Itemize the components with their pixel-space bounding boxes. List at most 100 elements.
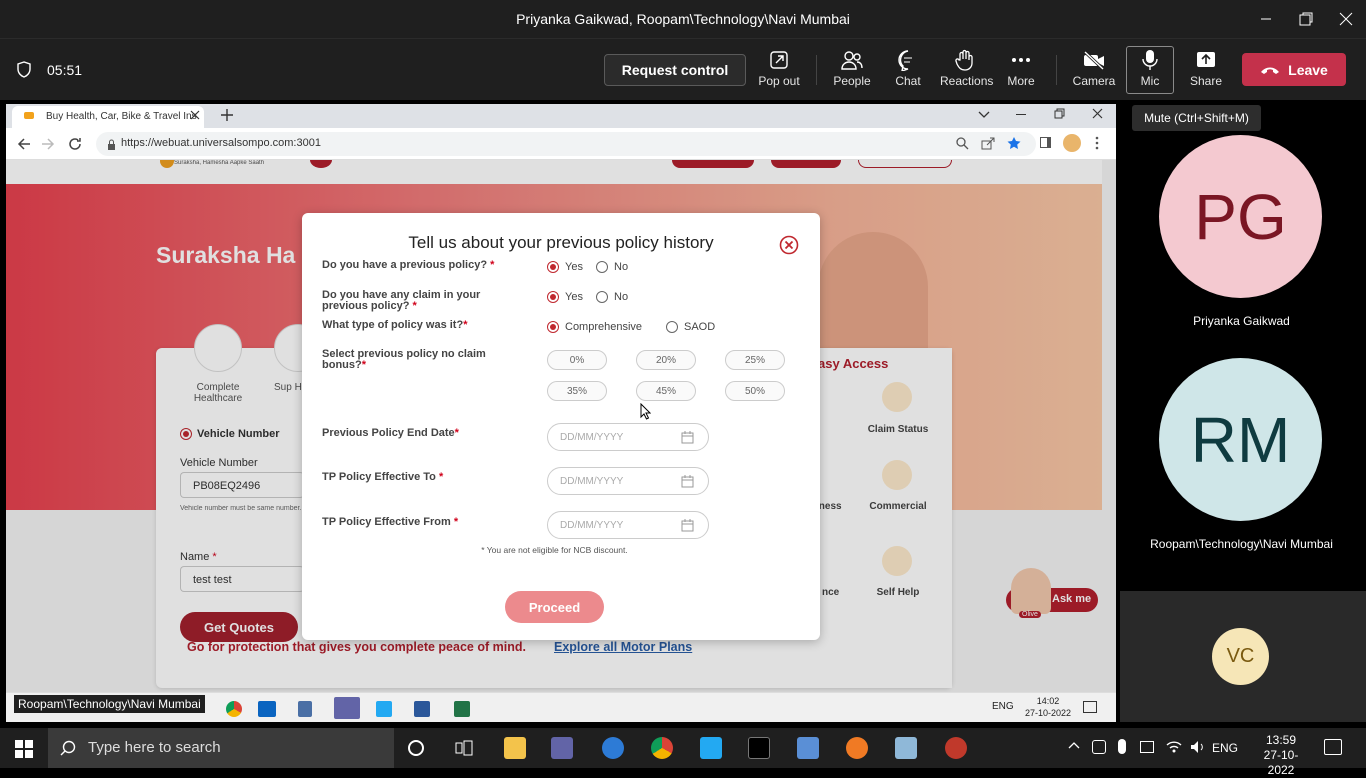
raise-hand-icon <box>955 49 973 71</box>
tab-close-icon[interactable] <box>190 110 200 120</box>
camera-button[interactable]: Camera <box>1072 49 1116 93</box>
saod-radio[interactable]: SAOD <box>666 321 715 333</box>
forward-icon[interactable] <box>41 137 55 151</box>
previous-policy-no-radio[interactable]: No <box>596 261 628 273</box>
meeting-tray-icon[interactable] <box>1092 740 1106 754</box>
browser-menu-icon[interactable] <box>1094 136 1100 150</box>
terminal-icon[interactable] <box>748 737 770 759</box>
end-date-input[interactable]: DD/MM/YYYY <box>547 423 709 451</box>
file-explorer-icon[interactable] <box>504 737 526 759</box>
reactions-button[interactable]: Reactions <box>940 49 993 93</box>
chrome-icon[interactable] <box>226 701 242 717</box>
notifications-icon[interactable] <box>1083 701 1097 713</box>
leave-button[interactable]: Leave <box>1242 53 1346 86</box>
snip-icon[interactable] <box>945 737 967 759</box>
previous-policy-yes-radio[interactable]: Yes <box>547 261 583 273</box>
ncb-option[interactable]: 25% <box>725 350 785 370</box>
taskbar-clock[interactable]: 13:59 27-10-2022 <box>1253 733 1309 778</box>
modal-close-icon[interactable] <box>779 235 799 255</box>
more-button[interactable]: More <box>1004 49 1038 93</box>
start-icon[interactable] <box>15 740 33 758</box>
remote-desktop-icon[interactable] <box>797 737 819 759</box>
word-icon[interactable] <box>414 701 430 717</box>
participant-name: Priyanka Gaikwad <box>1193 314 1290 328</box>
close-button[interactable] <box>1326 0 1366 38</box>
outlook-icon[interactable] <box>258 701 276 717</box>
meet-icon[interactable] <box>602 737 624 759</box>
minimize-button[interactable] <box>1246 0 1286 38</box>
inner-lang: ENG <box>992 701 1014 712</box>
battery-icon[interactable] <box>1140 741 1154 753</box>
wifi-icon[interactable] <box>1166 740 1182 754</box>
claim-no-radio[interactable]: No <box>596 291 628 303</box>
share-label: Share <box>1189 74 1223 88</box>
browser-tab[interactable]: Buy Health, Car, Bike & Travel Ins <box>12 106 204 128</box>
inner-clock: 14:02 27-10-2022 <box>1024 696 1072 718</box>
radio-label: No <box>614 291 629 303</box>
microphone-tray-icon[interactable] <box>1118 739 1126 754</box>
bookmark-star-icon[interactable] <box>1007 136 1021 150</box>
avatar[interactable]: RM <box>1159 358 1322 521</box>
back-icon[interactable] <box>17 137 31 151</box>
teams-icon[interactable] <box>334 697 360 719</box>
request-control-button[interactable]: Request control <box>604 54 746 86</box>
sharer-label: Roopam\Technology\Navi Mumbai <box>14 695 205 713</box>
reload-icon[interactable] <box>68 137 82 151</box>
sidepanel-icon[interactable] <box>1040 137 1051 148</box>
people-button[interactable]: People <box>831 49 873 93</box>
ncb-option[interactable]: 20% <box>636 350 696 370</box>
browser-minimize-icon[interactable] <box>1016 114 1026 115</box>
leave-label: Leave <box>1288 61 1328 78</box>
share-page-icon[interactable] <box>981 137 995 150</box>
restore-button[interactable] <box>1286 0 1326 38</box>
comprehensive-radio[interactable]: Comprehensive <box>547 321 642 333</box>
cortana-icon[interactable] <box>408 740 424 756</box>
ncb-option[interactable]: 0% <box>547 350 607 370</box>
taskbar-search-input[interactable]: Type here to search <box>48 728 394 768</box>
self-avatar: VC <box>1212 628 1269 685</box>
vscode-taskbar-icon[interactable] <box>700 737 722 759</box>
taskbar-lang[interactable]: ENG <box>1212 741 1238 755</box>
new-tab-button[interactable] <box>220 108 234 122</box>
claim-yes-radio[interactable]: Yes <box>547 291 583 303</box>
postman-icon[interactable] <box>846 737 868 759</box>
ncb-option[interactable]: 50% <box>725 381 785 401</box>
chrome-taskbar-icon[interactable] <box>651 737 673 759</box>
ncb-option[interactable]: 35% <box>547 381 607 401</box>
app-icon[interactable] <box>895 737 917 759</box>
calculator-icon[interactable] <box>298 701 312 717</box>
popout-label: Pop out <box>758 74 800 88</box>
share-button[interactable]: Share <box>1187 49 1225 93</box>
calendar-icon[interactable] <box>681 431 694 444</box>
proceed-button[interactable]: Proceed <box>505 591 604 623</box>
calendar-icon[interactable] <box>681 475 694 488</box>
popout-button[interactable]: Pop out <box>758 49 800 93</box>
policy-history-modal: Tell us about your previous policy histo… <box>302 213 820 640</box>
zoom-icon[interactable] <box>956 137 969 150</box>
action-center-icon[interactable] <box>1324 739 1342 755</box>
tp-from-label: TP Policy Effective From * <box>322 516 459 528</box>
tab-title: Buy Health, Car, Bike & Travel Ins <box>46 111 197 122</box>
lock-icon <box>107 139 116 150</box>
excel-icon[interactable] <box>454 701 470 717</box>
calendar-icon[interactable] <box>681 519 694 532</box>
tp-from-input[interactable]: DD/MM/YYYY <box>547 511 709 539</box>
avatar[interactable]: PG <box>1159 135 1322 298</box>
tab-strip: Buy Health, Car, Bike & Travel Ins <box>6 104 1116 128</box>
task-view-icon[interactable] <box>455 740 473 756</box>
profile-avatar-icon[interactable] <box>1063 134 1081 152</box>
teams-taskbar-icon[interactable] <box>551 737 573 759</box>
q-previous-policy: Do you have a previous policy? * <box>322 259 495 271</box>
tray-chevron-icon[interactable] <box>1068 740 1080 750</box>
chat-button[interactable]: Chat <box>890 49 926 93</box>
teams-title-bar: Priyanka Gaikwad, Roopam\Technology\Navi… <box>0 0 1366 38</box>
url-field[interactable]: https://webuat.universalsompo.com:3001 <box>96 132 1036 156</box>
q-policy-type: What type of policy was it?* <box>322 319 468 331</box>
ncb-option[interactable]: 45% <box>636 381 696 401</box>
browser-close-icon[interactable] <box>1092 108 1103 119</box>
tp-to-input[interactable]: DD/MM/YYYY <box>547 467 709 495</box>
vscode-icon[interactable] <box>376 701 392 717</box>
volume-icon[interactable] <box>1190 740 1206 754</box>
browser-restore-icon[interactable] <box>1054 108 1065 119</box>
tab-search-icon[interactable] <box>978 110 990 120</box>
